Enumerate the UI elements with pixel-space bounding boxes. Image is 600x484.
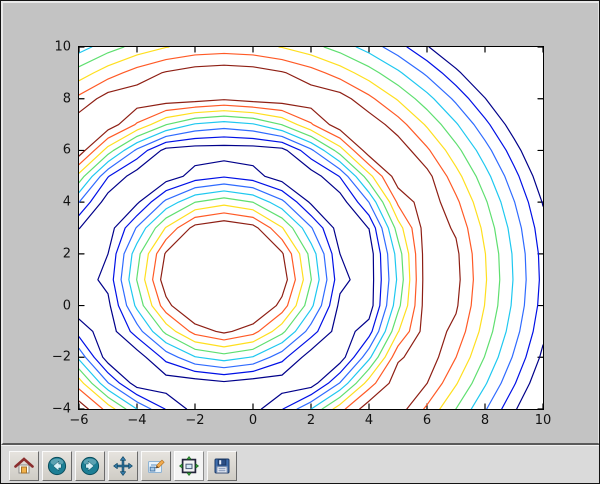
matplotlib-window: −6−4−20246810−4−20246810 [0, 0, 600, 484]
figure-canvas: −6−4−20246810−4−20246810 [1, 1, 600, 445]
forward-arrow-icon [80, 456, 100, 476]
zoom-button[interactable] [141, 451, 171, 481]
x-tick-label: 2 [307, 413, 315, 428]
back-arrow-icon [47, 456, 67, 476]
fit-arrows-icon [179, 456, 199, 476]
home-icon [14, 456, 34, 476]
floppy-disk-icon [212, 456, 232, 476]
move-arrows-icon [113, 456, 133, 476]
y-tick-label: 2 [63, 246, 71, 261]
x-tick-label: 4 [365, 413, 373, 428]
x-tick-label: −4 [127, 413, 146, 428]
y-tick-label: 6 [63, 143, 71, 158]
x-tick-label: −6 [69, 413, 88, 428]
forward-button[interactable] [75, 451, 105, 481]
axes-plot-area: −6−4−20246810−4−20246810 [78, 46, 544, 410]
y-tick-label: −2 [52, 350, 71, 365]
y-tick-label: −4 [52, 402, 71, 417]
y-tick-label: 8 [63, 91, 71, 106]
notepad-pencil-icon [146, 456, 166, 476]
y-tick-label: 0 [63, 298, 71, 313]
subplots-button[interactable] [174, 451, 204, 481]
x-tick-label: 6 [423, 413, 431, 428]
y-tick-label: 4 [63, 195, 71, 210]
x-tick-label: 10 [535, 413, 552, 428]
back-button[interactable] [42, 451, 72, 481]
y-tick-label: 10 [54, 40, 71, 55]
pan-button[interactable] [108, 451, 138, 481]
home-button[interactable] [9, 451, 39, 481]
save-button[interactable] [207, 451, 237, 481]
x-tick-label: 8 [481, 413, 489, 428]
x-tick-label: 0 [249, 413, 257, 428]
x-tick-label: −2 [185, 413, 204, 428]
contour-plot[interactable] [79, 47, 543, 409]
navigation-toolbar [1, 445, 599, 484]
